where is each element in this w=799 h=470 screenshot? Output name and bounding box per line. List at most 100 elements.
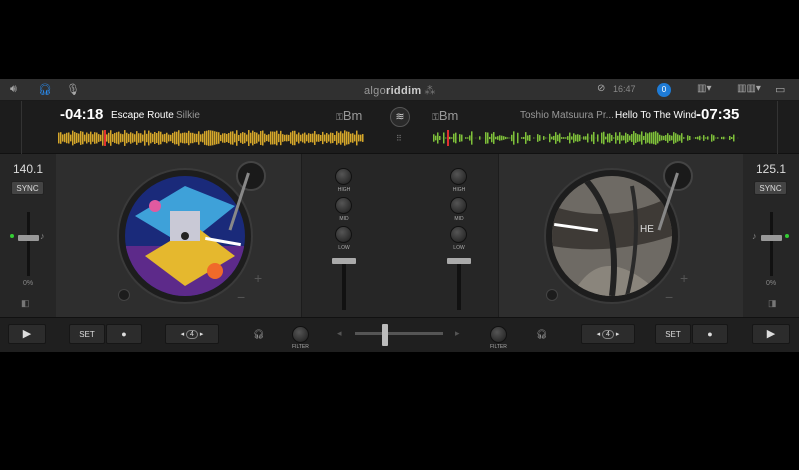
- waveform-bar: [711, 134, 713, 142]
- columns-icon[interactable]: ▥▥▾: [737, 83, 761, 94]
- right-pitch-track: [770, 212, 773, 276]
- left-waveform[interactable]: [58, 130, 364, 146]
- waveform-bar: [633, 131, 635, 145]
- waveform-bar: [703, 135, 705, 141]
- waveform-bar: [577, 134, 579, 142]
- left-zoom-strip[interactable]: [0, 101, 22, 154]
- waveform-bar: [713, 135, 715, 141]
- pitch-indicator: [785, 234, 789, 238]
- left-cue-headphones-icon[interactable]: 🎧︎: [253, 329, 264, 340]
- waveform-bar: [707, 136, 709, 140]
- left-loop-control[interactable]: ◂ 4 ▸: [165, 324, 219, 344]
- waveform-bar: [465, 137, 467, 139]
- waveform-bar: [188, 130, 190, 146]
- waveform-bar: [677, 134, 679, 142]
- left-cue-point-button[interactable]: ●: [106, 324, 142, 344]
- xfader-left-icon[interactable]: ◂: [337, 328, 342, 339]
- left-track-title: Escape Route: [111, 110, 174, 121]
- waveform-bar: [601, 132, 603, 144]
- left-brake-knob[interactable]: [118, 289, 130, 301]
- left-eq-low-knob[interactable]: [335, 226, 352, 243]
- waveform-bar: [555, 132, 557, 144]
- right-cue-headphones-icon[interactable]: 🎧︎: [536, 329, 547, 340]
- waveform-bar: [278, 133, 280, 143]
- waveform-bar: [294, 130, 296, 146]
- left-eq-high-knob[interactable]: [335, 168, 352, 185]
- right-pitch-slider[interactable]: [761, 235, 782, 241]
- right-eq-low-knob[interactable]: [450, 226, 467, 243]
- waveform-bar: [230, 131, 232, 145]
- left-volume-fader[interactable]: [332, 258, 356, 264]
- waveform-bar: [605, 136, 607, 140]
- headphones-icon[interactable]: 🎧︎: [38, 83, 52, 96]
- waveform-bar: [122, 134, 124, 142]
- loop-icon: 4: [186, 330, 198, 339]
- waveform-bar: [286, 134, 288, 142]
- layout-icon[interactable]: ▥▾: [697, 83, 711, 94]
- right-brake-knob[interactable]: [546, 289, 558, 301]
- waveform-bar: [162, 134, 164, 142]
- left-filter-knob[interactable]: [292, 326, 309, 343]
- left-sync-button[interactable]: SYNC: [11, 181, 44, 195]
- left-set-cue-button[interactable]: SET: [69, 324, 105, 344]
- right-volume-fader[interactable]: [447, 258, 471, 264]
- waveform-bar: [266, 134, 268, 142]
- waveform-bar: [635, 133, 637, 143]
- right-sync-button[interactable]: SYNC: [754, 181, 787, 195]
- right-minus-icon[interactable]: −: [665, 289, 673, 305]
- library-icon[interactable]: ⠿: [396, 134, 402, 143]
- speaker-icon[interactable]: 🔊︎: [10, 83, 17, 96]
- microphone-icon[interactable]: 🎙︎: [66, 83, 80, 96]
- waveform-bar: [90, 131, 92, 145]
- right-zoom-strip[interactable]: [777, 101, 799, 154]
- right-play-button[interactable]: ▶: [752, 324, 790, 344]
- notification-badge[interactable]: 0: [657, 83, 671, 97]
- right-waveform[interactable]: [433, 130, 739, 146]
- waveform-bar: [344, 130, 346, 146]
- screen-icon[interactable]: ▭: [775, 83, 785, 96]
- spotify-icon[interactable]: ≋: [390, 107, 410, 127]
- waveform-bar: [292, 130, 294, 146]
- left-eq-mid-knob[interactable]: [335, 197, 352, 214]
- waveform-bar: [96, 132, 98, 144]
- waveform-bar: [136, 131, 138, 145]
- left-plus-icon[interactable]: +: [254, 270, 262, 286]
- waveform-bar: [214, 131, 216, 145]
- waveform-bar: [487, 132, 489, 144]
- waveform-bar: [150, 132, 152, 144]
- left-turntable[interactable]: [117, 168, 253, 304]
- right-eq-high-knob[interactable]: [450, 168, 467, 185]
- waveform-bar: [248, 130, 250, 146]
- right-filter-knob[interactable]: [490, 326, 507, 343]
- right-keylock-icon[interactable]: ◨: [768, 298, 777, 309]
- waveform-bar: [497, 136, 499, 140]
- waveform-bar: [228, 133, 230, 143]
- right-cue-point-button[interactable]: ●: [692, 324, 728, 344]
- waveform-bar: [567, 136, 569, 140]
- waveform-bar: [569, 132, 571, 144]
- crossfader-handle[interactable]: [382, 324, 388, 346]
- waveform-bar: [318, 134, 320, 142]
- waveform-bar: [226, 133, 228, 143]
- left-minus-icon[interactable]: −: [237, 289, 245, 305]
- note-icon: ♪: [752, 231, 757, 241]
- right-eq-mid-knob[interactable]: [450, 197, 467, 214]
- waveform-bar: [82, 131, 84, 145]
- left-play-button[interactable]: ▶: [8, 324, 46, 344]
- left-pitch-slider[interactable]: [18, 235, 39, 241]
- waveform-bar: [148, 130, 150, 146]
- right-turntable[interactable]: HE: [544, 168, 680, 304]
- xfader-right-icon[interactable]: ▸: [455, 328, 460, 339]
- right-plus-icon[interactable]: +: [680, 270, 688, 286]
- left-keylock-icon[interactable]: ◧: [21, 298, 30, 309]
- waveform-bar: [126, 132, 128, 144]
- waveform-bar: [270, 131, 272, 145]
- waveform-bar: [433, 134, 435, 142]
- right-loop-control[interactable]: ◂ 4 ▸: [581, 324, 635, 344]
- waveform-bar: [300, 134, 302, 142]
- lock-icon: ⚿: [336, 112, 343, 122]
- right-set-cue-button[interactable]: SET: [655, 324, 691, 344]
- waveform-bar: [108, 132, 110, 144]
- waveform-bar: [310, 133, 312, 143]
- waveform-bar: [178, 130, 180, 146]
